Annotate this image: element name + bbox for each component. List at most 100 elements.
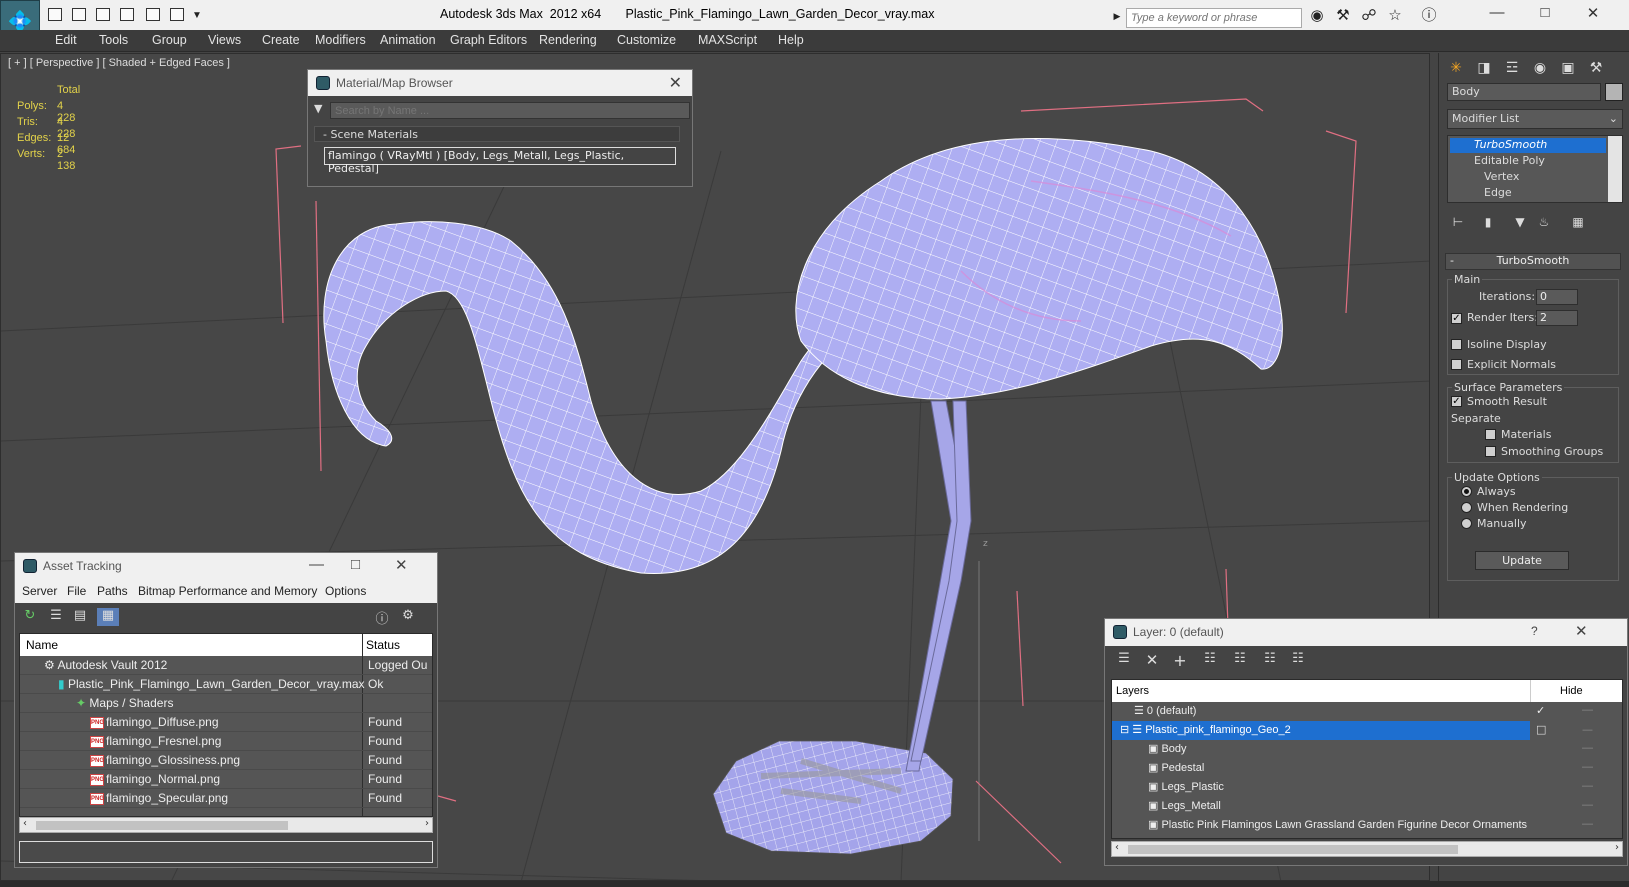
table-row[interactable]: PNG flamingo_Fresnel.png Found — [20, 732, 432, 751]
smooth-result-checkbox[interactable]: ✓ — [1451, 396, 1462, 407]
iterations-spinner[interactable]: 0 — [1536, 289, 1578, 305]
expand-arrow-icon[interactable]: ▶ — [1108, 7, 1126, 25]
menu-rendering[interactable]: Rendering — [539, 33, 597, 47]
layer-row[interactable]: ☰ 0 (default) ✓ — — [1112, 702, 1622, 721]
help-icon[interactable]: ⓘ — [373, 608, 391, 627]
table-row[interactable]: PNG flamingo_Glossiness.png Found — [20, 751, 432, 770]
hide-toggle[interactable]: — — [1582, 723, 1593, 736]
scrollbar-thumb[interactable] — [1128, 845, 1458, 854]
make-unique-icon[interactable]: ▼ — [1511, 215, 1529, 233]
pin-stack-icon[interactable]: ⊢ — [1449, 215, 1467, 233]
new-file-icon[interactable] — [48, 8, 62, 21]
stack-item-turbosmooth[interactable]: TurboSmooth — [1450, 138, 1606, 153]
menu-group[interactable]: Group — [152, 33, 187, 47]
configure-sets-icon[interactable]: ▦ — [1569, 215, 1587, 233]
layer-row[interactable]: ▣ Body — — [1112, 740, 1622, 759]
stack-item-edge[interactable]: Edge — [1450, 186, 1606, 201]
tools-icon[interactable]: ⚒ — [1334, 7, 1352, 25]
filter-dropdown-icon[interactable]: ▼ — [314, 102, 322, 115]
table-view-icon[interactable]: ▦ — [97, 608, 119, 626]
explicit-normals-checkbox[interactable] — [1451, 359, 1462, 370]
render-iters-spinner[interactable]: 2 — [1536, 310, 1578, 326]
close-icon[interactable]: ✕ — [669, 73, 682, 93]
delete-layer-icon[interactable]: ✕ — [1143, 651, 1161, 669]
display-tab-icon[interactable]: ▣ — [1557, 57, 1579, 79]
menu-graph-editors[interactable]: Graph Editors — [450, 33, 527, 47]
close-icon[interactable]: ✕ — [1578, 4, 1608, 24]
layer-row[interactable]: ▣ Legs_Plastic — — [1112, 778, 1622, 797]
help-button[interactable]: ? — [1531, 624, 1538, 638]
menu-options[interactable]: Options — [325, 584, 366, 598]
freeze-all-icon[interactable]: ☷ — [1289, 651, 1307, 669]
minimize-icon[interactable]: — — [1482, 4, 1512, 24]
table-row[interactable]: ▮ Plastic_Pink_Flamingo_Lawn_Garden_Deco… — [20, 675, 432, 694]
object-name-field[interactable]: Body — [1447, 83, 1601, 101]
menu-file[interactable]: File — [67, 584, 86, 598]
close-icon[interactable]: ✕ — [1575, 622, 1588, 640]
show-end-result-icon[interactable]: ▮ — [1479, 215, 1497, 233]
asset-horizontal-scrollbar[interactable]: ‹ › — [19, 817, 433, 833]
menu-create[interactable]: Create — [262, 33, 300, 47]
list-view-icon[interactable]: ☰ — [47, 608, 65, 626]
highlight-layer-icon[interactable]: ☷ — [1231, 651, 1249, 669]
smoothing-groups-checkbox[interactable] — [1485, 446, 1496, 457]
update-button[interactable]: Update — [1475, 551, 1569, 570]
keyword-search-input[interactable] — [1126, 8, 1302, 28]
viewport-label[interactable]: [ + ] [ Perspective ] [ Shaded + Edged F… — [8, 57, 230, 69]
material-search-input[interactable] — [330, 102, 690, 119]
dropdown-arrow-icon[interactable]: ▼ — [188, 7, 206, 25]
menu-edit[interactable]: Edit — [55, 33, 77, 47]
hide-toggle[interactable]: — — [1582, 742, 1593, 754]
add-to-layer-icon[interactable]: + — [1171, 651, 1189, 670]
create-layer-icon[interactable]: ☰ — [1115, 651, 1133, 669]
stack-scrollbar[interactable] — [1608, 136, 1622, 202]
help-icon[interactable]: ⓘ — [1420, 7, 1438, 25]
material-browser-header[interactable]: Material/Map Browser ✕ — [308, 70, 692, 96]
table-row[interactable]: PNG flamingo_Diffuse.png Found — [20, 713, 432, 732]
modify-tab-icon[interactable]: ◨ — [1473, 57, 1495, 79]
scrollbar-thumb[interactable] — [36, 821, 288, 830]
turbosmooth-rollout-header[interactable]: - TurboSmooth — [1445, 253, 1621, 270]
menu-modifiers[interactable]: Modifiers — [315, 33, 366, 47]
set-current-icon[interactable]: □ — [1536, 723, 1546, 736]
scroll-left-icon[interactable]: ‹ — [23, 818, 27, 829]
refresh-icon[interactable]: ↻ — [21, 608, 39, 626]
motion-tab-icon[interactable]: ◉ — [1529, 57, 1551, 79]
hide-toggle[interactable]: — — [1582, 780, 1593, 792]
column-hide[interactable]: Hide — [1560, 685, 1583, 697]
object-color-swatch[interactable] — [1605, 83, 1623, 101]
star-icon[interactable]: ☆ — [1386, 7, 1404, 25]
layer-row[interactable]: ▣ Legs_Metall — — [1112, 797, 1622, 816]
manually-radio[interactable] — [1461, 518, 1472, 529]
detail-view-icon[interactable]: ▤ — [71, 608, 89, 626]
scroll-right-icon[interactable]: › — [1615, 842, 1619, 853]
maximize-icon[interactable]: □ — [351, 556, 360, 573]
collapse-icon[interactable]: ⊟ — [1120, 724, 1132, 736]
maximize-icon[interactable]: □ — [1530, 4, 1560, 24]
menu-help[interactable]: Help — [778, 33, 804, 47]
menu-server[interactable]: Server — [22, 584, 57, 598]
undo-icon[interactable] — [96, 8, 110, 21]
hide-toggle[interactable]: — — [1582, 799, 1593, 811]
menu-paths[interactable]: Paths — [97, 584, 128, 598]
layer-manager-header[interactable]: Layer: 0 (default) ? ✕ — [1105, 619, 1627, 646]
menu-maxscript[interactable]: MAXScript — [698, 33, 757, 47]
window-icon[interactable] — [146, 8, 160, 21]
column-layers[interactable]: Layers — [1116, 685, 1149, 697]
menu-bitmap-performance[interactable]: Bitmap Performance and Memory — [138, 584, 317, 598]
table-row[interactable]: ⚙ Autodesk Vault 2012 Logged Ou — [20, 656, 432, 675]
materials-checkbox[interactable] — [1485, 429, 1496, 440]
minimize-icon[interactable]: — — [309, 556, 324, 573]
layer-horizontal-scrollbar[interactable]: ‹ › — [1111, 841, 1623, 857]
layer-row-selected[interactable]: ⊟ ☰ Plastic_pink_flamingo_Geo_2 — [1112, 721, 1530, 740]
active-layer-check-icon[interactable]: ✓ — [1536, 704, 1545, 717]
save-icon[interactable] — [72, 8, 86, 21]
when-rendering-radio[interactable] — [1461, 502, 1472, 513]
always-radio[interactable] — [1461, 486, 1472, 497]
select-objects-icon[interactable]: ☷ — [1201, 651, 1219, 669]
table-row[interactable]: PNG flamingo_Specular.png Found — [20, 789, 432, 808]
layout-icon[interactable] — [170, 8, 184, 21]
menu-customize[interactable]: Customize — [617, 33, 676, 47]
isoline-checkbox[interactable] — [1451, 339, 1462, 350]
utilities-tab-icon[interactable]: ⚒ — [1585, 57, 1607, 79]
